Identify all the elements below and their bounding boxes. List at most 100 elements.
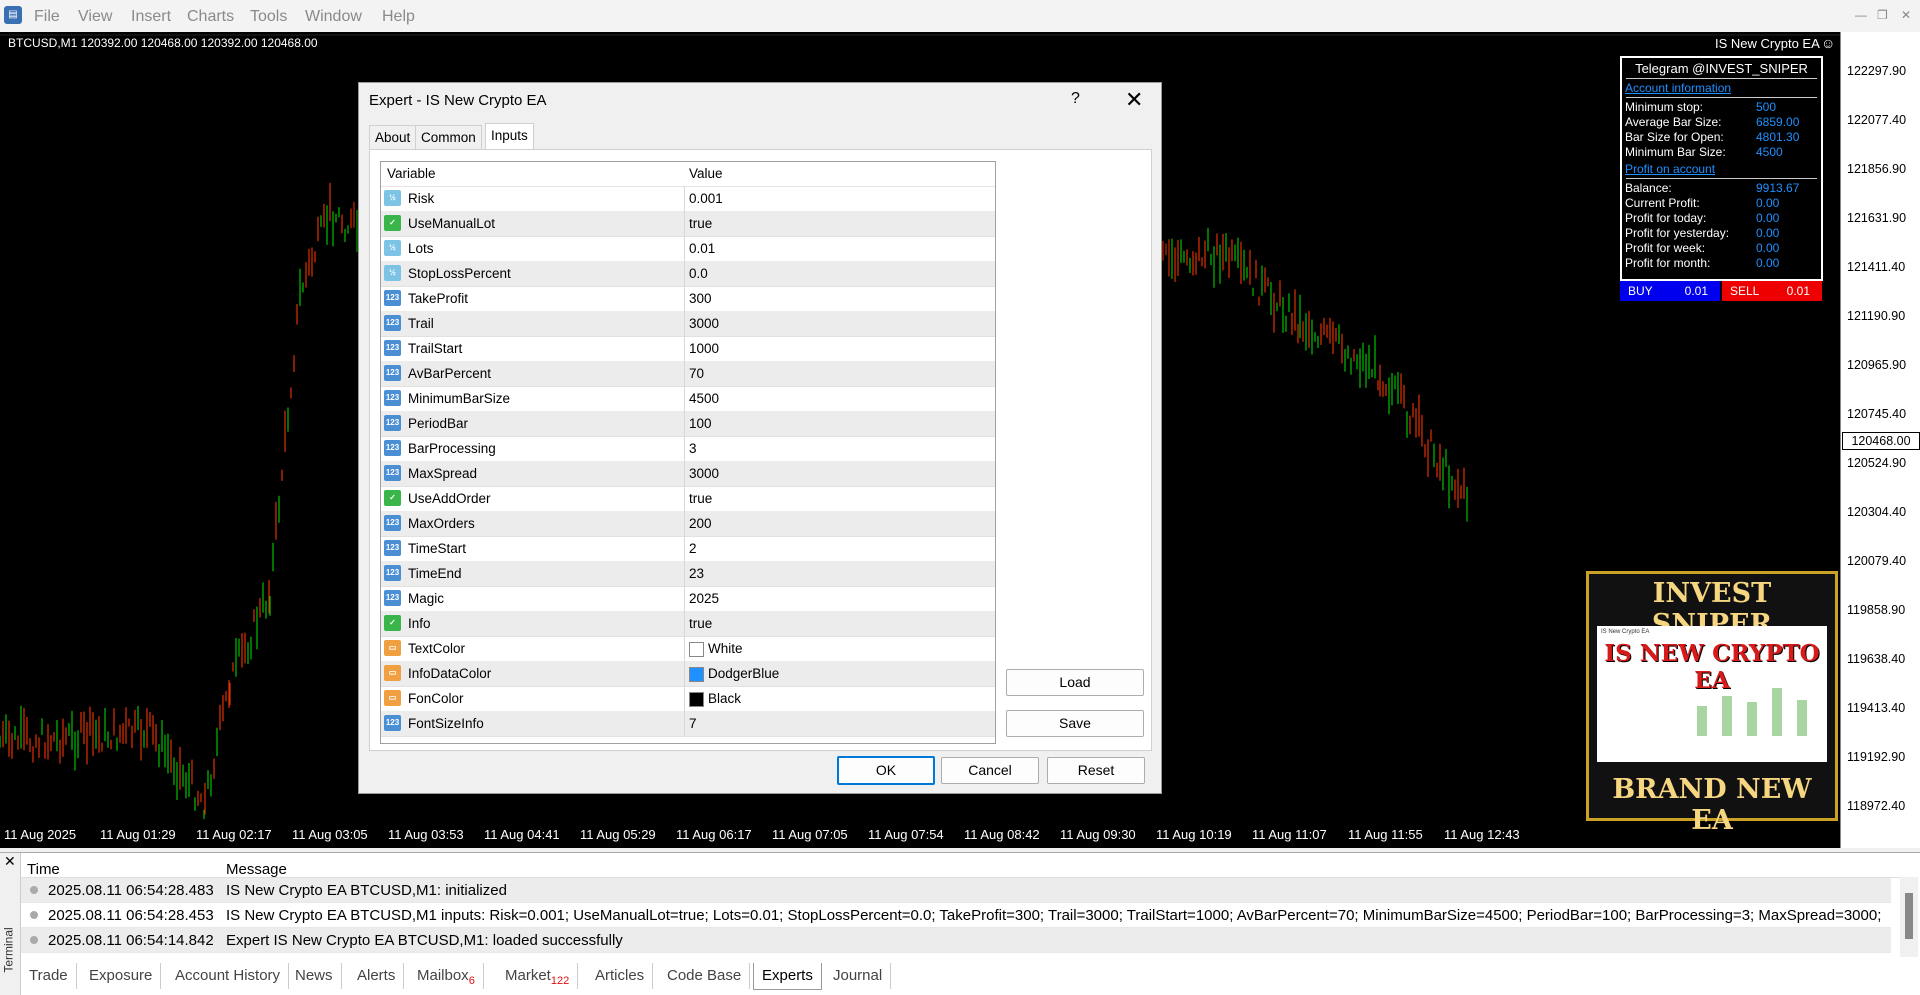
terminal-tab-articles[interactable]: Articles [587,963,654,989]
input-value[interactable]: 3 [689,441,697,456]
input-variable-name: Info [408,616,431,631]
terminal-tab-label: Code Base [667,967,742,984]
terminal-tab-exposure[interactable]: Exposure [81,963,162,989]
menu-view[interactable]: View [78,8,112,26]
input-value[interactable]: true [689,216,712,231]
input-value[interactable]: 0.01 [689,241,715,256]
input-row-barprocessing[interactable]: 123 BarProcessing 3 [381,436,995,462]
log-scrollbar[interactable] [1900,877,1918,957]
tab-about[interactable]: About [369,125,417,150]
terminal-tab-label: Exposure [89,967,153,984]
tab-common[interactable]: Common [415,125,482,150]
input-value[interactable]: Black [708,691,741,706]
input-row-timestart[interactable]: 123 TimeStart 2 [381,536,995,562]
input-value[interactable]: 2025 [689,591,719,606]
input-value[interactable]: 70 [689,366,704,381]
terminal-tab-news[interactable]: News [287,963,342,989]
minimize-icon[interactable]: — [1855,8,1867,22]
save-button[interactable]: Save [1006,710,1144,737]
input-value[interactable]: 0.001 [689,191,723,206]
info-row: Minimum stop: 500 [1625,100,1777,114]
input-row-magic[interactable]: 123 Magic 2025 [381,586,995,612]
input-row-fontsizeinfo[interactable]: 123 FontSizeInfo 7 [381,711,995,737]
smiley-icon[interactable]: ☺ [1821,35,1835,51]
input-value[interactable]: 0.0 [689,266,708,281]
menu-file[interactable]: File [34,8,60,26]
input-row-trail[interactable]: 123 Trail 3000 [381,311,995,337]
terminal-tab-trade[interactable]: Trade [21,963,77,989]
input-value[interactable]: 100 [689,416,712,431]
close-icon[interactable]: ✕ [1125,87,1143,113]
sell-button[interactable]: SELL 0.01 [1722,281,1822,301]
double-type-icon: ½ [384,240,401,256]
input-variable-name: TimeStart [408,541,467,556]
input-value[interactable]: 200 [689,516,712,531]
time-tick-label: 11 Aug 01:29 [100,827,176,842]
input-row-infodatacolor[interactable]: ▭ InfoDataColor DodgerBlue [381,661,995,687]
color-type-icon: ▭ [384,690,401,706]
input-row-stoplosspercent[interactable]: ½ StopLossPercent 0.0 [381,261,995,287]
ok-button[interactable]: OK [837,756,935,785]
terminal-tab-experts[interactable]: Experts [753,963,822,990]
cancel-button[interactable]: Cancel [941,757,1039,784]
input-row-risk[interactable]: ½ Risk 0.001 [381,186,995,212]
close-window-icon[interactable]: ✕ [1901,8,1911,22]
input-value[interactable]: DodgerBlue [708,666,779,681]
menu-window[interactable]: Window [305,8,362,26]
reset-button[interactable]: Reset [1047,757,1145,784]
input-row-avbarpercent[interactable]: 123 AvBarPercent 70 [381,361,995,387]
input-value[interactable]: true [689,491,712,506]
log-row[interactable]: 2025.08.11 06:54:28.483 IS New Crypto EA … [21,878,1891,903]
restore-icon[interactable]: ❐ [1877,8,1888,22]
input-row-lots[interactable]: ½ Lots 0.01 [381,236,995,262]
log-row[interactable]: 2025.08.11 06:54:14.842 Expert IS New Cry… [21,928,1891,953]
input-value[interactable]: true [689,616,712,631]
log-row[interactable]: 2025.08.11 06:54:28.453 IS New Crypto EA … [21,903,1891,928]
price-tick-label: 120524.90 [1847,456,1907,470]
menu-tools[interactable]: Tools [250,8,287,26]
input-row-periodbar[interactable]: 123 PeriodBar 100 [381,411,995,437]
terminal-tab-market[interactable]: Market122 [497,963,579,989]
input-row-textcolor[interactable]: ▭ TextColor White [381,636,995,662]
terminal-tab-code-base[interactable]: Code Base [659,963,751,989]
input-row-useaddorder[interactable]: ✓ UseAddOrder true [381,486,995,512]
input-value[interactable]: 2 [689,541,697,556]
terminal-tab-journal[interactable]: Journal [825,963,892,989]
menu-charts[interactable]: Charts [187,8,234,26]
input-value[interactable]: 7 [689,716,697,731]
time-tick-label: 11 Aug 10:19 [1156,827,1232,842]
input-row-usemanuallot[interactable]: ✓ UseManualLot true [381,211,995,237]
input-value[interactable]: 3000 [689,466,719,481]
input-row-foncolor[interactable]: ▭ FonColor Black [381,686,995,712]
input-value[interactable]: 300 [689,291,712,306]
input-row-takeprofit[interactable]: 123 TakeProfit 300 [381,286,995,312]
terminal-close-icon[interactable]: ✕ [4,853,16,870]
input-value[interactable]: 1000 [689,341,719,356]
input-row-trailstart[interactable]: 123 TrailStart 1000 [381,336,995,362]
input-variable-name: Risk [408,191,435,206]
input-value[interactable]: 23 [689,566,704,581]
log-message: IS New Crypto EA BTCUSD,M1: initialized [226,882,507,899]
input-value[interactable]: White [708,641,743,656]
expert-properties-dialog: Expert - IS New Crypto EA ? ✕ About Comm… [358,82,1162,794]
buy-button[interactable]: BUY 0.01 [1620,281,1720,301]
help-icon[interactable]: ? [1071,90,1080,108]
color-swatch [689,692,704,707]
input-value[interactable]: 4500 [689,391,719,406]
tab-inputs[interactable]: Inputs [485,123,534,150]
terminal-panel: ✕ Terminal Time Message 2025.08.11 06:54… [0,852,1920,995]
input-row-maxspread[interactable]: 123 MaxSpread 3000 [381,461,995,487]
terminal-tab-account-history[interactable]: Account History [167,963,290,989]
terminal-tab-mailbox[interactable]: Mailbox6 [409,963,484,989]
input-row-timeend[interactable]: 123 TimeEnd 23 [381,561,995,587]
terminal-tab-alerts[interactable]: Alerts [349,963,405,989]
input-row-info[interactable]: ✓ Info true [381,611,995,637]
input-row-maxorders[interactable]: 123 MaxOrders 200 [381,511,995,537]
input-row-minimumbarsize[interactable]: 123 MinimumBarSize 4500 [381,386,995,412]
menu-insert[interactable]: Insert [131,8,171,26]
load-button[interactable]: Load [1006,669,1144,696]
time-tick-label: 11 Aug 09:30 [1060,827,1136,842]
input-value[interactable]: 3000 [689,316,719,331]
terminal-tab-label: Articles [595,967,645,984]
menu-help[interactable]: Help [382,8,415,26]
